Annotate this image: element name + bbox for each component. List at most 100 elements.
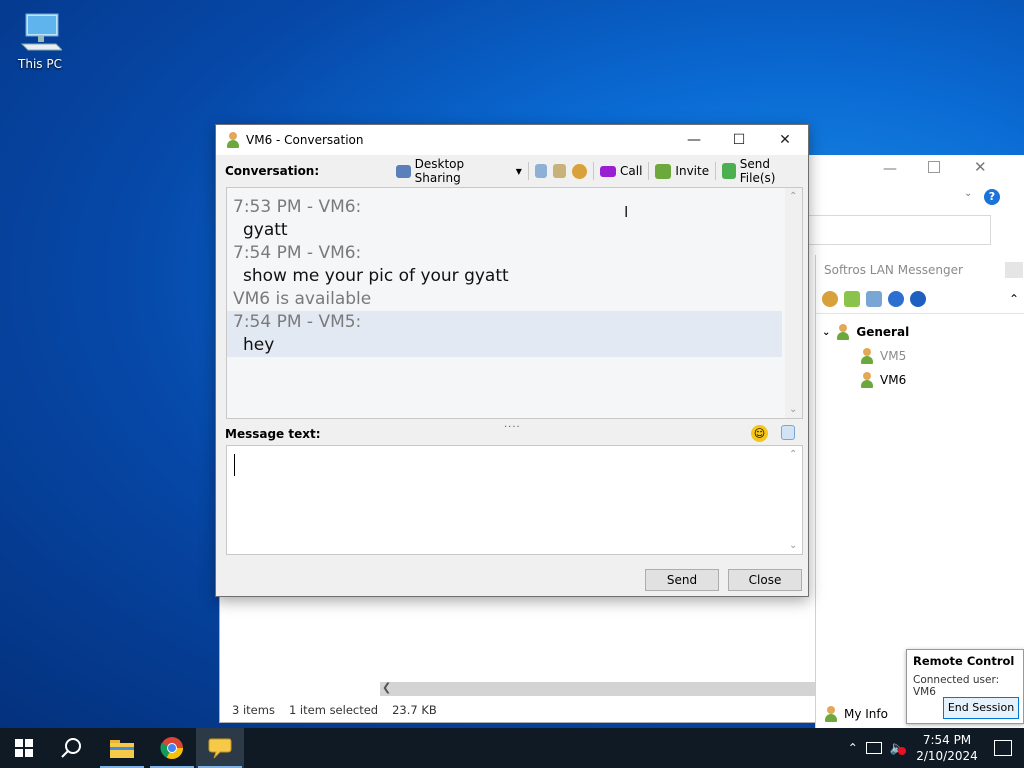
settings-gear-icon[interactable] [572, 163, 588, 179]
group-row-general[interactable]: ⌄ General [822, 320, 1024, 344]
explorer-horizontal-scrollbar[interactable]: ❮ [380, 681, 820, 696]
invite-button[interactable]: Invite [655, 163, 710, 179]
scroll-down-icon[interactable]: ⌄ [789, 540, 797, 551]
messenger-title: Softros LAN Messenger [824, 263, 963, 277]
notifications-icon[interactable] [994, 740, 1012, 756]
clock[interactable]: 7:54 PM 2/10/2024 [914, 732, 980, 764]
computer-icon [20, 13, 62, 51]
end-session-button[interactable]: End Session [943, 697, 1019, 719]
message-header: 7:54 PM - VM6: [233, 243, 362, 263]
connected-user: Connected user: VM6 [913, 674, 1000, 698]
this-pc-desktop-icon[interactable]: This PC [12, 10, 68, 71]
input-scrollbar[interactable]: ⌃ ⌄ [785, 446, 802, 554]
clock-date: 2/10/2024 [916, 749, 978, 763]
contact-info-icon[interactable] [552, 164, 567, 178]
highlighted-message: 7:54 PM - VM5: hey [227, 311, 782, 357]
invite-users-icon [655, 163, 672, 179]
expand-chevron-icon[interactable]: ⌄ [822, 327, 830, 338]
system-message: VM6 is available [233, 289, 372, 309]
desktop-sharing-icon [396, 164, 411, 178]
volume-muted-icon[interactable]: 🔈 [890, 741, 906, 756]
user-name: VM6 [880, 373, 907, 387]
clock-time: 7:54 PM [922, 733, 972, 747]
maximize-icon[interactable]: ☐ [729, 130, 749, 150]
close-button[interactable]: Close [728, 569, 802, 591]
my-info-label: My Info [844, 707, 888, 721]
explorer-maximize-icon[interactable] [928, 161, 940, 173]
softros-messenger-taskbar-button[interactable] [196, 728, 244, 768]
scroll-down-icon[interactable]: ⌄ [789, 404, 797, 415]
this-pc-label: This PC [18, 57, 62, 71]
my-info-link[interactable]: My Info [824, 706, 888, 722]
explorer-search-field[interactable] [808, 215, 991, 245]
settings-gear-icon[interactable] [822, 291, 838, 307]
formatting-icon[interactable] [781, 425, 795, 443]
user-row-vm6[interactable]: VM6 [822, 368, 1024, 392]
message-input[interactable]: ⌃ ⌄ [226, 445, 803, 555]
file-explorer-taskbar-button[interactable] [98, 728, 146, 768]
invite-label: Invite [675, 164, 710, 178]
toolbar-separator [648, 162, 650, 180]
scroll-up-icon[interactable]: ⌃ [789, 449, 797, 460]
message-list: 7:53 PM - VM6: gyatt 7:54 PM - VM6: show… [227, 196, 782, 357]
messenger-toolbar: ⌃ [816, 285, 1024, 314]
explorer-close-icon[interactable]: ✕ [974, 158, 987, 176]
messenger-close-button[interactable] [1005, 262, 1023, 278]
selected-size: 23.7 KB [392, 703, 437, 717]
collapse-icon[interactable]: ⌃ [1009, 292, 1019, 306]
messenger-titlebar[interactable]: Softros LAN Messenger [816, 255, 1024, 285]
desktop-sharing-label: Desktop Sharing [414, 157, 465, 185]
scroll-up-icon[interactable]: ⌃ [789, 191, 797, 202]
item-count: 3 items [232, 703, 275, 717]
desktop-sharing-button[interactable]: Desktop Sharing ▼ [396, 157, 522, 185]
chevron-down-icon[interactable]: ⌄ [964, 188, 972, 199]
call-button[interactable]: Call [600, 164, 642, 178]
chrome-taskbar-button[interactable] [148, 728, 196, 768]
dropdown-arrow-icon: ▼ [515, 166, 522, 176]
history-icon[interactable] [866, 291, 882, 307]
scroll-left-icon[interactable]: ❮ [382, 681, 391, 694]
user-row-vm5[interactable]: VM5 [822, 344, 1024, 368]
conversation-history[interactable]: 7:53 PM - VM6: gyatt 7:54 PM - VM6: show… [226, 187, 803, 419]
user-name: VM5 [880, 349, 907, 363]
video-camera-icon [600, 165, 617, 177]
chat-bubble-icon [208, 738, 232, 759]
remote-control-popup: Remote Control Connected user: VM6 End S… [906, 649, 1024, 724]
show-hidden-icons-icon[interactable]: ⌃ [848, 741, 858, 755]
explorer-statusbar: 3 items 1 item selected 23.7 KB [220, 698, 820, 722]
send-file-icon [722, 163, 736, 179]
taskbar: ⌃ 🔈 7:54 PM 2/10/2024 [0, 728, 1024, 768]
explorer-minimize-icon[interactable]: — [883, 161, 897, 177]
call-label: Call [620, 164, 643, 178]
close-icon[interactable]: ✕ [775, 130, 795, 150]
emoji-icon[interactable]: ☺ [751, 425, 768, 442]
user-icon [860, 348, 874, 364]
conversation-titlebar[interactable]: VM6 - Conversation — ☐ ✕ [216, 125, 808, 155]
ibeam-cursor-icon: I [624, 203, 629, 221]
send-button[interactable]: Send [645, 569, 719, 591]
history-icon[interactable] [534, 164, 547, 178]
folder-icon [110, 740, 134, 758]
window-title: VM6 - Conversation [246, 133, 364, 147]
search-button[interactable] [48, 728, 96, 768]
start-button[interactable] [0, 728, 48, 768]
minimize-icon[interactable]: — [684, 130, 704, 150]
splitter-grip[interactable]: .... [504, 419, 521, 430]
toolbar-separator [527, 162, 529, 180]
help-icon[interactable] [888, 291, 904, 307]
message-text-label: Message text: [225, 427, 321, 441]
info-icon[interactable] [910, 291, 926, 307]
conversation-window[interactable]: VM6 - Conversation — ☐ ✕ Conversation: D… [215, 124, 809, 597]
message-header: 7:54 PM - VM5: [233, 312, 362, 332]
network-icon[interactable] [865, 742, 882, 754]
message-text: gyatt [243, 220, 288, 240]
open-folder-icon[interactable] [844, 291, 860, 307]
search-icon [61, 738, 81, 758]
history-scrollbar[interactable]: ⌃ ⌄ [785, 188, 802, 418]
send-files-button[interactable]: Send File(s) [722, 157, 808, 185]
user-icon [824, 706, 838, 722]
help-icon[interactable]: ? [984, 189, 1000, 205]
toolbar-separator [593, 162, 595, 180]
chrome-icon [160, 737, 183, 759]
message-header: 7:53 PM - VM6: [233, 197, 362, 217]
